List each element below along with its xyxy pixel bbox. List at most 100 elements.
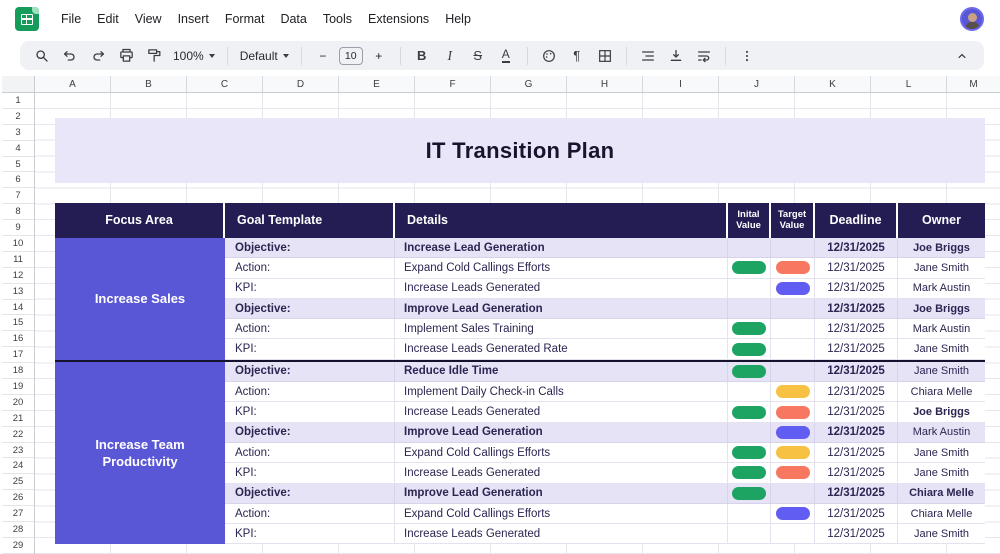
- deadline-cell[interactable]: 12/31/2025: [815, 524, 898, 543]
- user-avatar[interactable]: [960, 7, 984, 31]
- focus-area-cell[interactable]: Increase Sales: [55, 238, 225, 360]
- owner-cell[interactable]: Joe Briggs: [898, 402, 985, 421]
- column-header-b[interactable]: B: [111, 76, 187, 92]
- row-header-2[interactable]: 2: [2, 109, 34, 125]
- deadline-cell[interactable]: 12/31/2025: [815, 319, 898, 338]
- initial-value-cell[interactable]: [728, 463, 771, 482]
- target-value-cell[interactable]: [771, 299, 815, 318]
- deadline-cell[interactable]: 12/31/2025: [815, 484, 898, 503]
- deadline-cell[interactable]: 12/31/2025: [815, 279, 898, 298]
- text-color-button[interactable]: A: [494, 44, 518, 68]
- owner-cell[interactable]: Chiara Melle: [898, 382, 985, 401]
- row-header-25[interactable]: 25: [2, 474, 34, 490]
- target-value-cell[interactable]: [771, 402, 815, 421]
- row-header-21[interactable]: 21: [2, 411, 34, 427]
- horizontal-align-button[interactable]: [636, 44, 660, 68]
- menu-extensions[interactable]: Extensions: [361, 8, 436, 30]
- search-button[interactable]: [30, 44, 54, 68]
- detail-cell[interactable]: Increase Leads Generated Rate: [395, 339, 728, 358]
- goal-label-cell[interactable]: KPI:: [225, 339, 395, 358]
- text-rotation-button[interactable]: ¶: [565, 44, 589, 68]
- target-value-cell[interactable]: [771, 524, 815, 543]
- owner-cell[interactable]: Jane Smith: [898, 463, 985, 482]
- goal-label-cell[interactable]: Action:: [225, 319, 395, 338]
- target-value-cell[interactable]: [771, 258, 815, 277]
- font-select[interactable]: Default: [237, 44, 292, 68]
- deadline-cell[interactable]: 12/31/2025: [815, 238, 898, 257]
- target-value-cell[interactable]: [771, 238, 815, 257]
- zoom-select[interactable]: 100%: [170, 44, 218, 68]
- initial-value-cell[interactable]: [728, 319, 771, 338]
- detail-cell[interactable]: Increase Lead Generation: [395, 238, 728, 257]
- initial-value-cell[interactable]: [728, 339, 771, 358]
- deadline-cell[interactable]: 12/31/2025: [815, 299, 898, 318]
- row-header-29[interactable]: 29: [2, 538, 34, 554]
- sheet-grid[interactable]: IT Transition Plan Focus AreaGoal Templa…: [35, 93, 1000, 554]
- target-value-cell[interactable]: [771, 279, 815, 298]
- detail-cell[interactable]: Improve Lead Generation: [395, 484, 728, 503]
- initial-value-cell[interactable]: [728, 484, 771, 503]
- bold-button[interactable]: B: [410, 44, 434, 68]
- menu-help[interactable]: Help: [438, 8, 478, 30]
- sheets-logo[interactable]: [14, 6, 40, 32]
- undo-button[interactable]: [58, 44, 82, 68]
- target-value-cell[interactable]: [771, 484, 815, 503]
- detail-cell[interactable]: Increase Leads Generated: [395, 463, 728, 482]
- initial-value-cell[interactable]: [728, 402, 771, 421]
- row-header-18[interactable]: 18: [2, 363, 34, 379]
- deadline-cell[interactable]: 12/31/2025: [815, 339, 898, 358]
- owner-cell[interactable]: Jane Smith: [898, 258, 985, 277]
- title-banner[interactable]: IT Transition Plan: [55, 118, 985, 183]
- initial-value-cell[interactable]: [728, 443, 771, 462]
- initial-value-cell[interactable]: [728, 238, 771, 257]
- initial-value-cell[interactable]: [728, 279, 771, 298]
- detail-cell[interactable]: Increase Leads Generated: [395, 279, 728, 298]
- row-header-1[interactable]: 1: [2, 93, 34, 109]
- initial-value-cell[interactable]: [728, 524, 771, 543]
- deadline-cell[interactable]: 12/31/2025: [815, 382, 898, 401]
- row-header-22[interactable]: 22: [2, 427, 34, 443]
- detail-cell[interactable]: Expand Cold Callings Efforts: [395, 258, 728, 277]
- collapse-toolbar-button[interactable]: [950, 44, 974, 68]
- target-value-cell[interactable]: [771, 443, 815, 462]
- row-header-10[interactable]: 10: [2, 236, 34, 252]
- row-header-17[interactable]: 17: [2, 347, 34, 363]
- column-header-i[interactable]: I: [643, 76, 719, 92]
- owner-cell[interactable]: Jane Smith: [898, 362, 985, 381]
- more-options-button[interactable]: [735, 44, 759, 68]
- target-value-cell[interactable]: [771, 319, 815, 338]
- goal-label-cell[interactable]: KPI:: [225, 402, 395, 421]
- row-header-24[interactable]: 24: [2, 458, 34, 474]
- goal-label-cell[interactable]: Objective:: [225, 484, 395, 503]
- fill-color-button[interactable]: [537, 44, 561, 68]
- menu-tools[interactable]: Tools: [316, 8, 359, 30]
- strikethrough-button[interactable]: S: [466, 44, 490, 68]
- row-header-5[interactable]: 5: [2, 157, 34, 173]
- column-header-c[interactable]: C: [187, 76, 263, 92]
- row-header-27[interactable]: 27: [2, 506, 34, 522]
- menu-view[interactable]: View: [128, 8, 169, 30]
- deadline-cell[interactable]: 12/31/2025: [815, 402, 898, 421]
- row-header-28[interactable]: 28: [2, 522, 34, 538]
- owner-cell[interactable]: Mark Austin: [898, 279, 985, 298]
- column-header-e[interactable]: E: [339, 76, 415, 92]
- target-value-cell[interactable]: [771, 463, 815, 482]
- initial-value-cell[interactable]: [728, 362, 771, 381]
- initial-value-cell[interactable]: [728, 423, 771, 442]
- column-header-k[interactable]: K: [795, 76, 871, 92]
- row-header-23[interactable]: 23: [2, 443, 34, 459]
- initial-value-cell[interactable]: [728, 504, 771, 523]
- column-header-m[interactable]: M: [947, 76, 1000, 92]
- goal-label-cell[interactable]: KPI:: [225, 524, 395, 543]
- owner-cell[interactable]: Joe Briggs: [898, 238, 985, 257]
- target-value-cell[interactable]: [771, 504, 815, 523]
- goal-label-cell[interactable]: Action:: [225, 382, 395, 401]
- row-header-4[interactable]: 4: [2, 141, 34, 157]
- row-header-7[interactable]: 7: [2, 188, 34, 204]
- initial-value-cell[interactable]: [728, 382, 771, 401]
- owner-cell[interactable]: Chiara Melle: [898, 484, 985, 503]
- target-value-cell[interactable]: [771, 362, 815, 381]
- detail-cell[interactable]: Implement Sales Training: [395, 319, 728, 338]
- row-header-20[interactable]: 20: [2, 395, 34, 411]
- select-all-corner[interactable]: [2, 76, 35, 93]
